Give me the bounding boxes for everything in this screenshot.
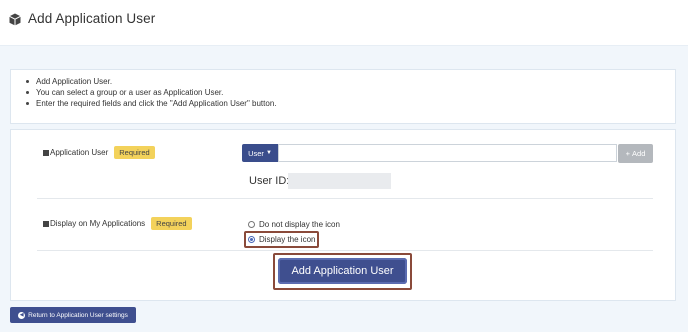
radio-do-not-display[interactable]: Do not display the icon bbox=[248, 220, 340, 229]
user-id-value bbox=[288, 173, 391, 189]
radio-label: Display the icon bbox=[259, 235, 316, 244]
radio-display-icon[interactable]: Display the icon bbox=[248, 235, 315, 244]
info-list: Add Application User. You can select a g… bbox=[11, 70, 675, 109]
arrow-left-circle-icon: ◀ bbox=[18, 311, 26, 319]
caret-down-icon: ▼ bbox=[265, 150, 272, 156]
divider bbox=[37, 198, 653, 199]
info-item: Enter the required fields and click the … bbox=[26, 98, 675, 109]
radio-checked-icon[interactable] bbox=[248, 236, 255, 243]
application-user-label: Application User Required bbox=[43, 146, 155, 159]
page-title: Add Application User bbox=[28, 11, 156, 26]
required-badge: Required bbox=[114, 146, 155, 159]
required-badge: Required bbox=[151, 217, 192, 230]
info-item: You can select a group or a user as Appl… bbox=[26, 87, 675, 98]
user-type-dropdown-label: User bbox=[248, 148, 264, 158]
square-bullet-icon bbox=[43, 149, 49, 156]
add-button[interactable]: + Add bbox=[618, 144, 653, 163]
user-type-dropdown[interactable]: User ▼ bbox=[242, 144, 278, 162]
add-application-user-button[interactable]: Add Application User bbox=[278, 258, 407, 284]
return-button-label: Return to Application User settings bbox=[28, 311, 128, 319]
return-button[interactable]: ◀ Return to Application User settings bbox=[10, 307, 136, 323]
radio-circle-icon[interactable] bbox=[248, 221, 255, 228]
info-box: Add Application User. You can select a g… bbox=[10, 69, 676, 124]
add-button-label: Add bbox=[632, 149, 646, 158]
info-item: Add Application User. bbox=[26, 76, 675, 87]
display-label: Display on My Applications Required bbox=[43, 217, 192, 230]
application-user-label-text: Application User bbox=[50, 148, 109, 157]
square-bullet-icon bbox=[43, 220, 49, 227]
application-user-input[interactable] bbox=[278, 144, 617, 162]
divider bbox=[37, 250, 653, 251]
cube-icon bbox=[9, 13, 21, 26]
page-header: Add Application User bbox=[0, 0, 688, 46]
display-label-text: Display on My Applications bbox=[50, 219, 146, 228]
radio-label: Do not display the icon bbox=[259, 220, 340, 229]
user-id-label: User ID: bbox=[249, 175, 290, 187]
plus-icon: + bbox=[625, 149, 631, 158]
